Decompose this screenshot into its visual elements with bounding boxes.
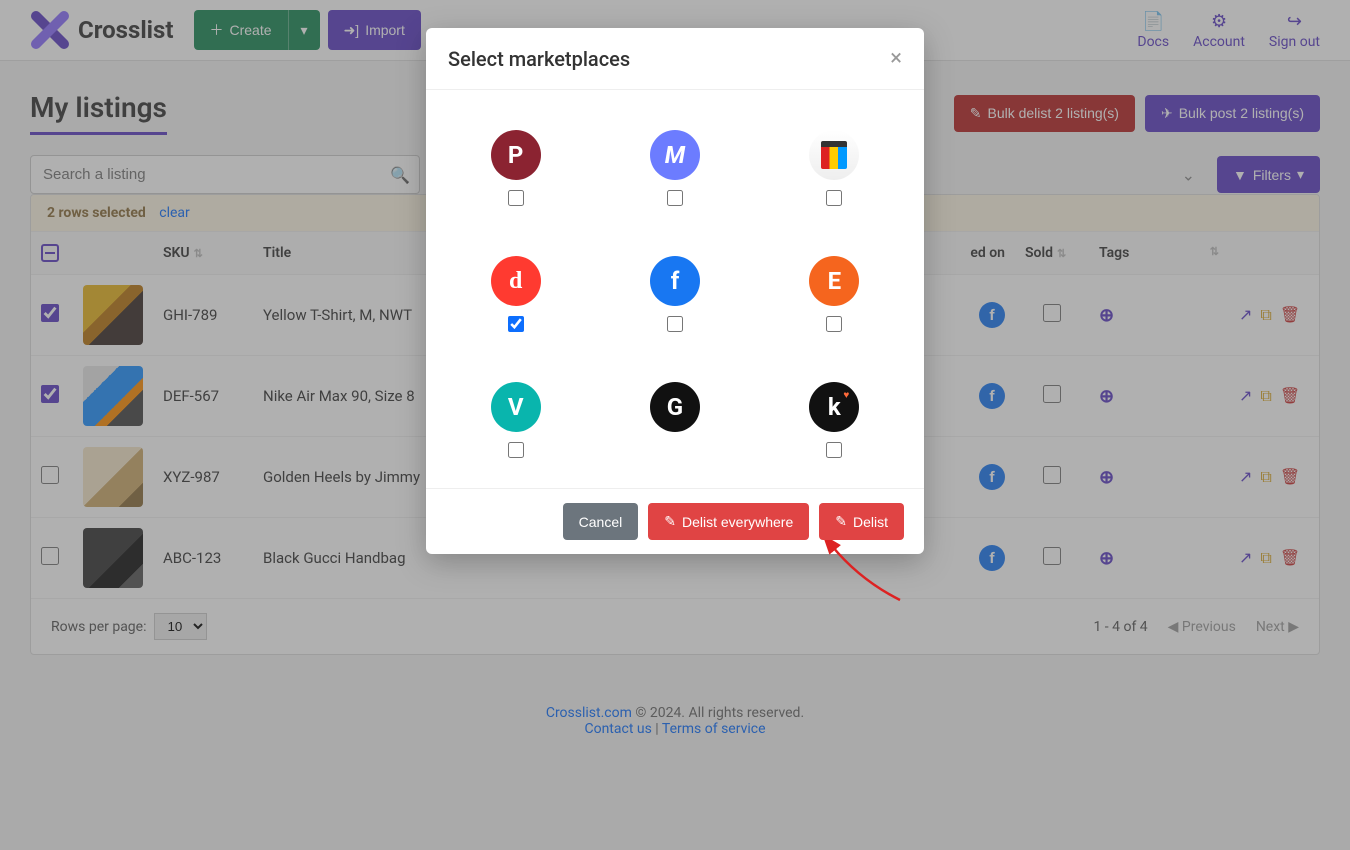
marketplace-checkbox-poshmark[interactable] (508, 190, 524, 206)
grailed-icon: G (650, 382, 700, 432)
marketplace-kidizen[interactable]: k (809, 382, 859, 458)
marketplace-facebook[interactable]: f (650, 256, 700, 332)
marketplace-checkbox-depop[interactable] (508, 316, 524, 332)
modal-title: Select marketplaces (448, 47, 630, 71)
delist-button[interactable]: ✎ Delist (819, 503, 904, 540)
marketplace-grailed[interactable]: G (650, 382, 700, 458)
marketplace-checkbox-vinted[interactable] (508, 442, 524, 458)
marketplace-poshmark[interactable]: P (491, 130, 541, 206)
bonanza-icon (809, 130, 859, 180)
kidizen-icon: k (809, 382, 859, 432)
marketplace-mercari[interactable]: M (650, 130, 700, 206)
marketplace-vinted[interactable]: V (491, 382, 541, 458)
etsy-icon: E (809, 256, 859, 306)
eraser-icon: ✎ (835, 513, 847, 530)
delist-everywhere-button[interactable]: ✎ Delist everywhere (648, 503, 809, 540)
marketplace-bonanza[interactable] (809, 130, 859, 206)
depop-icon: d (491, 256, 541, 306)
mercari-icon: M (650, 130, 700, 180)
marketplace-checkbox-facebook[interactable] (667, 316, 683, 332)
marketplace-checkbox-bonanza[interactable] (826, 190, 842, 206)
marketplace-checkbox-kidizen[interactable] (826, 442, 842, 458)
eraser-icon: ✎ (664, 513, 676, 530)
marketplace-checkbox-etsy[interactable] (826, 316, 842, 332)
marketplace-checkbox-mercari[interactable] (667, 190, 683, 206)
modal-overlay[interactable]: Select marketplaces × P M d f E V G k Ca… (0, 0, 1350, 850)
poshmark-icon: P (491, 130, 541, 180)
facebook-icon: f (650, 256, 700, 306)
cancel-button[interactable]: Cancel (563, 503, 639, 540)
vinted-icon: V (491, 382, 541, 432)
close-icon[interactable]: × (890, 46, 902, 71)
marketplace-depop[interactable]: d (491, 256, 541, 332)
marketplace-etsy[interactable]: E (809, 256, 859, 332)
select-marketplaces-modal: Select marketplaces × P M d f E V G k Ca… (426, 28, 924, 554)
